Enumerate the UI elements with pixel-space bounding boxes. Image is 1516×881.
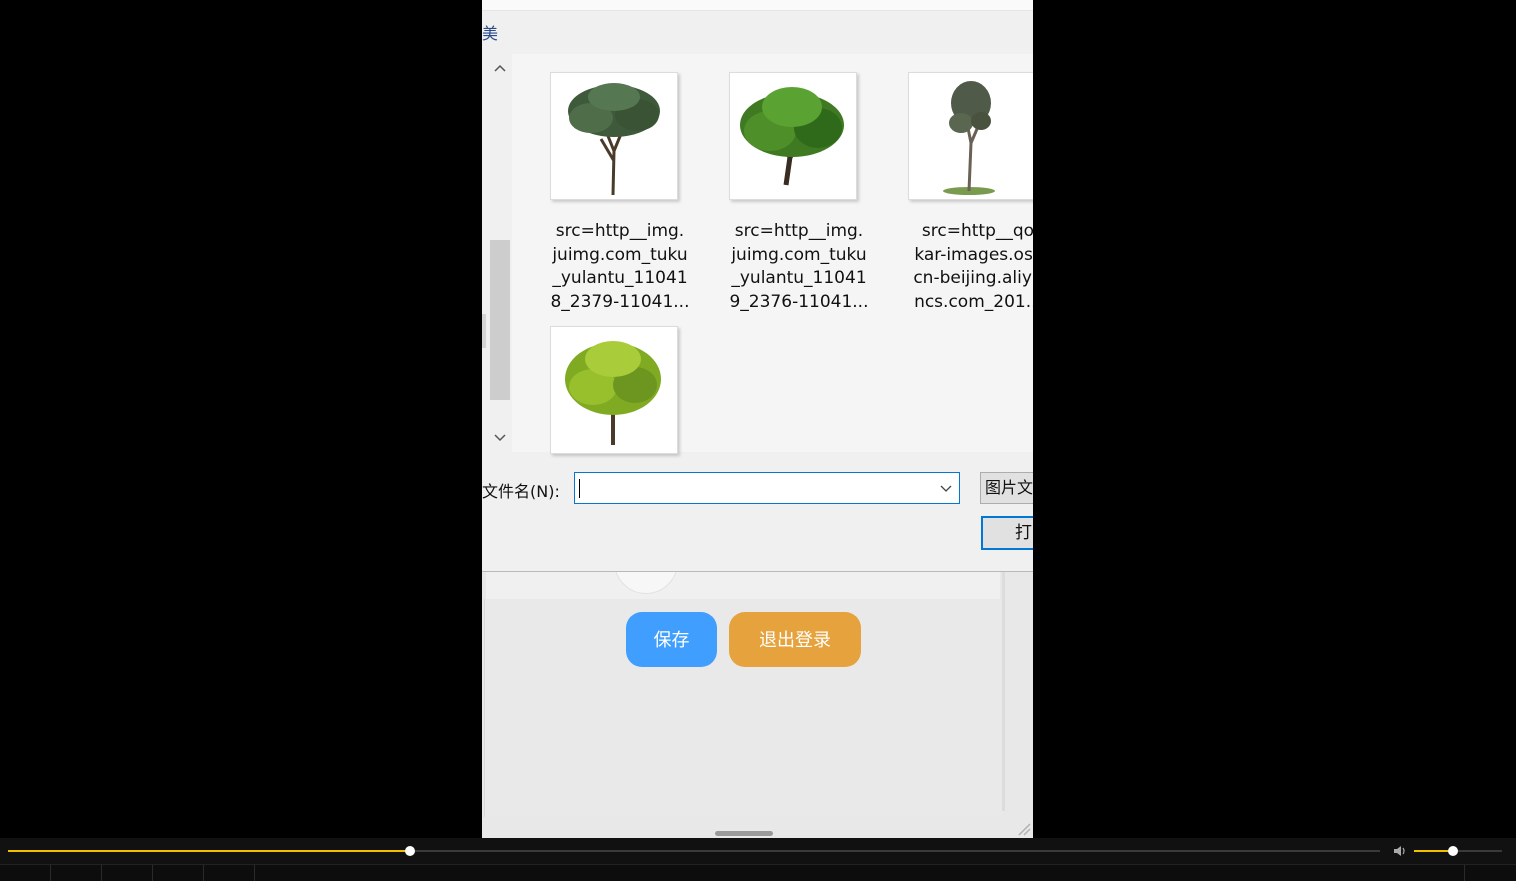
strip-divider [254, 865, 255, 881]
strip-divider [203, 865, 204, 881]
home-indicator [715, 831, 773, 836]
text-caret [579, 479, 580, 498]
volume-handle[interactable] [1448, 846, 1458, 856]
strip-divider [152, 865, 153, 881]
chevron-down-icon[interactable] [939, 479, 953, 500]
volume-icon[interactable] [1392, 843, 1408, 859]
tree-slender-thumbnail [908, 72, 1033, 200]
file-open-dialog: 美 src=http__img. juimg.com_tuku _yulantu… [482, 0, 1033, 572]
dialog-title-bar [482, 0, 1033, 11]
file-name: src=http__img. juimg.com_tuku _yulantu_1… [729, 221, 869, 312]
chevron-down-icon[interactable] [488, 428, 512, 448]
page-edge [1002, 571, 1005, 811]
chevron-up-icon[interactable] [488, 58, 512, 78]
file-name: src=http__qo kar-images.oss cn-beijing.a… [913, 221, 1033, 312]
filename-label: 文件名(N): [482, 482, 560, 501]
open-button[interactable]: 打 [981, 516, 1033, 550]
tree-dark-green-thumbnail [550, 72, 678, 200]
file-list-scrollbar[interactable] [488, 54, 512, 452]
breadcrumb-fragment[interactable]: 美 [482, 20, 498, 44]
nav-pane-edge [482, 314, 486, 348]
strip-divider [101, 865, 102, 881]
resize-grip-icon[interactable] [1017, 822, 1031, 836]
scrollbar-thumb[interactable] [490, 240, 510, 400]
save-button[interactable]: 保存 [626, 612, 717, 667]
tree-yellow-green-thumbnail [550, 326, 678, 454]
logout-button[interactable]: 退出登录 [729, 612, 861, 667]
file-name: src=http__img. juimg.com_tuku _yulantu_1… [550, 221, 690, 312]
seek-handle[interactable] [405, 846, 415, 856]
strip-divider [1464, 865, 1465, 881]
tree-bright-green-thumbnail [729, 72, 857, 200]
app-window: 保存 退出登录 美 src=http__img. juimg.com_tuku … [482, 0, 1033, 838]
avatar-panel [486, 571, 1000, 599]
file-list: src=http__img. juimg.com_tuku _yulantu_1… [512, 54, 1033, 454]
file-type-filter[interactable]: 图片文 [980, 472, 1033, 504]
filename-input[interactable] [574, 472, 960, 504]
strip-divider [50, 865, 51, 881]
player-bottom-strip [0, 864, 1516, 881]
seek-progress [8, 850, 410, 852]
